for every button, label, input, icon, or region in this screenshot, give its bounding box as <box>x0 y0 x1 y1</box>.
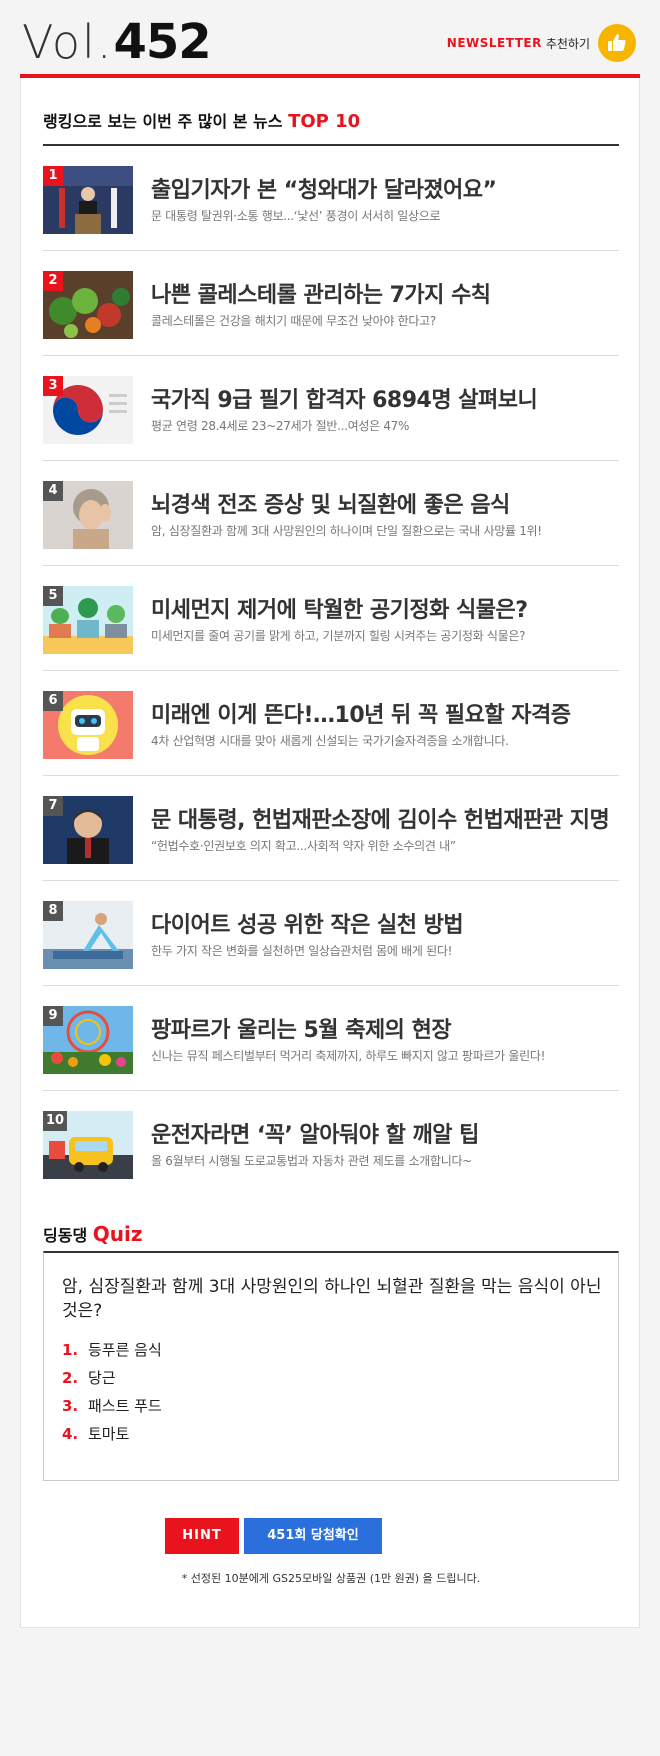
thumbs-up-icon[interactable] <box>598 24 636 62</box>
rank-badge: 3 <box>43 376 63 396</box>
recommend-label: 추천하기 <box>545 36 590 51</box>
news-subtitle: 4차 산업혁명 시대를 맞아 새롭게 신설되는 국가기술자격증을 소개합니다. <box>151 734 509 748</box>
option-label: 패스트 푸드 <box>88 1397 162 1415</box>
rank-badge: 6 <box>43 691 63 711</box>
vegetables-image[interactable]: 2 <box>43 271 133 339</box>
news-item[interactable]: 8 다이어트 성공 위한 작은 실천 방법 한두 가지 작은 변화를 실천하면 … <box>43 881 619 986</box>
ranking-title-accent: TOP 10 <box>288 111 361 132</box>
news-item[interactable]: 4 뇌경색 전조 증상 및 뇌질환에 좋은 음식 암, 심장질환과 함께 3대 … <box>43 461 619 566</box>
rank-badge: 10 <box>43 1111 68 1131</box>
rank-badge: 1 <box>43 166 63 186</box>
yoga-image[interactable]: 8 <box>43 901 133 969</box>
car-image[interactable]: 10 <box>43 1111 133 1179</box>
rank-badge: 5 <box>43 586 63 606</box>
news-item[interactable]: 9 팡파르가 울리는 5월 축제의 현장 신나는 뮤직 페스티벌부터 먹거리 축… <box>43 986 619 1091</box>
news-item[interactable]: 1 출입기자가 본 “청와대가 달라졌어요” 문 대통령 탈권위·소통 행보..… <box>43 146 619 251</box>
plants-image[interactable]: 5 <box>43 586 133 654</box>
quiz-option[interactable]: 3. 패스트 푸드 <box>62 1395 162 1416</box>
option-number: 2. <box>62 1369 79 1387</box>
hint-button[interactable]: HINT <box>165 1518 239 1554</box>
volume-label: Vol.452 <box>22 14 212 70</box>
newsletter-label: NEWSLETTER <box>446 36 542 50</box>
festival-image[interactable]: 9 <box>43 1006 133 1074</box>
headache-image[interactable]: 4 <box>43 481 133 549</box>
quiz-box: 암, 심장질환과 함께 3대 사망원인의 하나인 뇌혈관 질환을 막는 음식이 … <box>43 1251 619 1481</box>
ranking-title-text: 랭킹으로 보는 이번 주 많이 본 뉴스 <box>43 112 283 131</box>
option-number: 3. <box>62 1397 79 1415</box>
news-subtitle: 문 대통령 탈권위·소통 행보...‘낯선’ 풍경이 서서히 일상으로 <box>151 209 441 223</box>
news-title[interactable]: 나쁜 콜레스테롤 관리하는 7가지 수칙 <box>151 277 491 309</box>
robot-image[interactable]: 6 <box>43 691 133 759</box>
news-item[interactable]: 3 국가직 9급 필기 합격자 6894명 살펴보니 평균 연령 28.4세로 … <box>43 356 619 461</box>
news-title[interactable]: 출입기자가 본 “청와대가 달라졌어요” <box>151 172 497 204</box>
recommend-newsletter-link[interactable]: NEWSLETTER 추천하기 <box>447 24 636 62</box>
rank-badge: 2 <box>43 271 63 291</box>
news-title[interactable]: 운전자라면 ‘꼭’ 알아둬야 할 깨알 팁 <box>151 1117 479 1149</box>
news-subtitle: 콜레스테롤은 건강을 해치기 때문에 무조건 낮아야 한다고? <box>151 314 436 328</box>
news-subtitle: 올 6월부터 시행될 도로교통법과 자동차 관련 제도를 소개합니다~ <box>151 1154 472 1168</box>
ranking-section-title: 랭킹으로 보는 이번 주 많이 본 뉴스 TOP 10 <box>43 108 360 132</box>
vol-number: 452 <box>113 14 211 70</box>
news-item[interactable]: 6 미래엔 이게 뜬다!…10년 뒤 꼭 필요할 자격증 4차 산업혁명 시대를… <box>43 671 619 776</box>
newsletter-header: Vol.452 NEWSLETTER 추천하기 <box>20 0 640 78</box>
option-label: 등푸른 음식 <box>88 1341 162 1359</box>
quiz-option[interactable]: 1. 등푸른 음식 <box>62 1339 162 1360</box>
prize-note: * 선정된 10분에게 GS25모바일 상품권 (1만 원권) 을 드립니다. <box>181 1572 481 1585</box>
quiz-title-text: 딩동댕 <box>43 1226 88 1245</box>
quiz-option[interactable]: 4. 토마토 <box>62 1423 129 1444</box>
rank-badge: 7 <box>43 796 63 816</box>
news-subtitle: 신나는 뮤직 페스티벌부터 먹거리 축제까지, 하루도 빠지지 않고 팡파르가 … <box>151 1049 546 1063</box>
news-subtitle: 한두 가지 작은 변화를 실천하면 일상습관처럼 몸에 배게 된다! <box>151 944 453 958</box>
news-item[interactable]: 2 나쁜 콜레스테롤 관리하는 7가지 수칙 콜레스테롤은 건강을 해치기 때문… <box>43 251 619 356</box>
president-image[interactable]: 7 <box>43 796 133 864</box>
vol-prefix: Vol. <box>22 15 114 69</box>
option-number: 1. <box>62 1341 79 1359</box>
option-label: 당근 <box>88 1369 116 1387</box>
taegeuk-image[interactable]: 3 <box>43 376 133 444</box>
news-title[interactable]: 미세먼지 제거에 탁월한 공기정화 식물은? <box>151 592 528 624</box>
news-item[interactable]: 10 운전자라면 ‘꼭’ 알아둬야 할 깨알 팁 올 6월부터 시행될 도로교통… <box>43 1091 619 1196</box>
rank-badge: 4 <box>43 481 63 501</box>
news-subtitle: 미세먼지를 줄여 공기를 맑게 하고, 기분까지 힐링 시켜주는 공기정화 식물… <box>151 629 526 643</box>
winner-check-button[interactable]: 451회 당첨확인 <box>244 1518 382 1554</box>
option-label: 토마토 <box>88 1425 130 1443</box>
news-title[interactable]: 국가직 9급 필기 합격자 6894명 살펴보니 <box>151 382 538 414</box>
news-title[interactable]: 다이어트 성공 위한 작은 실천 방법 <box>151 907 464 939</box>
news-title[interactable]: 뇌경색 전조 증상 및 뇌질환에 좋은 음식 <box>151 487 510 519</box>
quiz-question: 암, 심장질환과 함께 3대 사망원인의 하나인 뇌혈관 질환을 막는 음식이 … <box>62 1277 602 1321</box>
news-title[interactable]: 팡파르가 울리는 5월 축제의 현장 <box>151 1012 452 1044</box>
news-title[interactable]: 문 대통령, 헌법재판소장에 김이수 헌법재판관 지명 <box>151 802 610 834</box>
rank-badge: 8 <box>43 901 63 921</box>
quiz-section-title: 딩동댕 Quiz <box>43 1222 143 1246</box>
quiz-option[interactable]: 2. 당근 <box>62 1367 116 1388</box>
news-item[interactable]: 5 미세먼지 제거에 탁월한 공기정화 식물은? 미세먼지를 줄여 공기를 맑게… <box>43 566 619 671</box>
news-subtitle: 암, 심장질환과 함께 3대 사망원인의 하나이며 단일 질환으로는 국내 사망… <box>151 524 542 538</box>
quiz-title-accent: Quiz <box>92 1222 143 1246</box>
news-title[interactable]: 미래엔 이게 뜬다!…10년 뒤 꼭 필요할 자격증 <box>151 697 571 729</box>
news-subtitle: 평균 연령 28.4세로 23~27세가 절반...여성은 47% <box>151 419 410 433</box>
news-subtitle: “헌법수호·인권보호 의지 확고...사회적 약자 위한 소수의견 내” <box>151 839 456 853</box>
news-item[interactable]: 7 문 대통령, 헌법재판소장에 김이수 헌법재판관 지명 “헌법수호·인권보호… <box>43 776 619 881</box>
press-briefing-image[interactable]: 1 <box>43 166 133 234</box>
option-number: 4. <box>62 1425 79 1443</box>
rank-badge: 9 <box>43 1006 63 1026</box>
content-card: 랭킹으로 보는 이번 주 많이 본 뉴스 TOP 10 1 출입기자가 본 “청… <box>20 78 640 1628</box>
